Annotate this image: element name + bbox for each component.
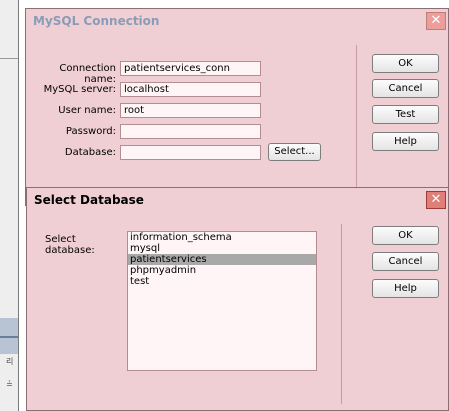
database-list-item[interactable]: phpmyadmin [128, 265, 316, 276]
ok-button[interactable]: OK [372, 54, 439, 73]
background-glyph: 리 [6, 357, 14, 366]
mysql-connection-dialog: MySQL Connection ✕ Connection name: pati… [25, 8, 449, 206]
title-bar[interactable]: MySQL Connection ✕ [26, 9, 448, 35]
database-list-item[interactable]: mysql [128, 243, 316, 254]
database-label: Database: [64, 147, 116, 158]
background-glyph: ≟ [6, 380, 13, 389]
close-icon: ✕ [430, 192, 442, 207]
mysql-server-input[interactable]: localhost [120, 82, 261, 97]
user-name-label: User name: [58, 105, 116, 116]
dialog-title: Select Database [34, 193, 144, 207]
close-button[interactable]: ✕ [426, 191, 446, 209]
close-button[interactable]: ✕ [426, 12, 446, 30]
database-list-item[interactable]: patientservices [128, 254, 316, 265]
select-database-label: Select database: [45, 234, 95, 256]
help-button[interactable]: Help [372, 279, 439, 298]
background-bar [0, 336, 18, 338]
user-name-input[interactable]: root [120, 103, 261, 118]
database-list-item[interactable]: test [128, 276, 316, 287]
select-database-button[interactable]: Select... [268, 143, 321, 161]
test-button[interactable]: Test [372, 105, 439, 124]
connection-name-label: Connection name: [59, 63, 116, 85]
help-button[interactable]: Help [372, 132, 439, 151]
database-listbox[interactable]: information_schema mysql patientservices ph… [127, 231, 317, 371]
title-bar[interactable]: Select Database ✕ [27, 188, 448, 214]
vertical-separator [356, 45, 357, 195]
select-database-dialog: Select Database ✕ Select database: infor… [26, 187, 449, 411]
database-input[interactable] [120, 145, 261, 160]
background-divider [0, 58, 18, 59]
ok-button[interactable]: OK [372, 226, 439, 245]
cancel-button[interactable]: Cancel [372, 252, 439, 271]
close-icon: ✕ [430, 13, 442, 28]
background-window: 리 ≟ [0, 0, 19, 411]
dialog-title: MySQL Connection [33, 14, 160, 28]
connection-name-input[interactable]: patientservices_conn [120, 61, 261, 76]
mysql-server-label: MySQL server: [43, 84, 116, 95]
database-list-item[interactable]: information_schema [128, 232, 316, 243]
password-label: Password: [65, 126, 116, 137]
password-input[interactable] [120, 124, 261, 139]
vertical-separator [341, 224, 342, 404]
cancel-button[interactable]: Cancel [372, 79, 439, 98]
